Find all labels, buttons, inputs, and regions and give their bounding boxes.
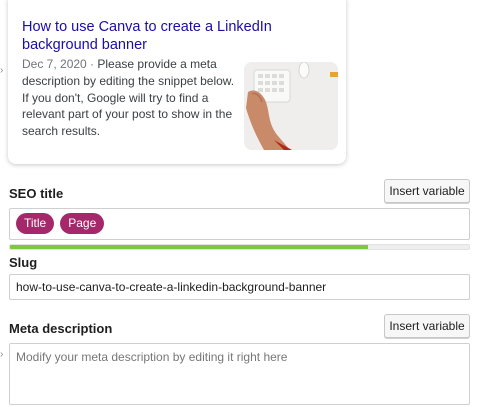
meta-description-input[interactable] bbox=[9, 343, 470, 405]
snippet-date: Dec 7, 2020 bbox=[22, 57, 87, 71]
snippet-thumbnail-image bbox=[244, 62, 338, 150]
meta-description-insert-variable-button[interactable]: Insert variable bbox=[384, 314, 470, 338]
meta-description-label: Meta description bbox=[9, 321, 113, 336]
collapse-marker-icon: › bbox=[0, 349, 4, 360]
seo-title-length-progress-fill bbox=[10, 245, 369, 249]
variable-pill-page[interactable]: Page bbox=[60, 213, 105, 234]
snippet-description: Dec 7, 2020 · Please provide a meta desc… bbox=[22, 56, 244, 140]
slug-input[interactable] bbox=[9, 274, 470, 300]
snippet-title-link[interactable]: How to use Canva to create a LinkedIn ba… bbox=[22, 18, 332, 54]
slug-label: Slug bbox=[9, 255, 38, 270]
snippet-preview-card: How to use Canva to create a LinkedIn ba… bbox=[8, 0, 346, 164]
seo-title-input[interactable]: Title Page bbox=[9, 208, 470, 240]
seo-title-length-progress bbox=[9, 244, 470, 250]
seo-title-label: SEO title bbox=[9, 186, 64, 201]
keyboard-hand-photo-icon bbox=[244, 62, 338, 150]
collapse-marker-icon: › bbox=[0, 65, 4, 76]
variable-pill-title[interactable]: Title bbox=[16, 213, 55, 234]
snippet-separator: · bbox=[86, 57, 98, 71]
seo-title-insert-variable-button[interactable]: Insert variable bbox=[384, 179, 470, 203]
